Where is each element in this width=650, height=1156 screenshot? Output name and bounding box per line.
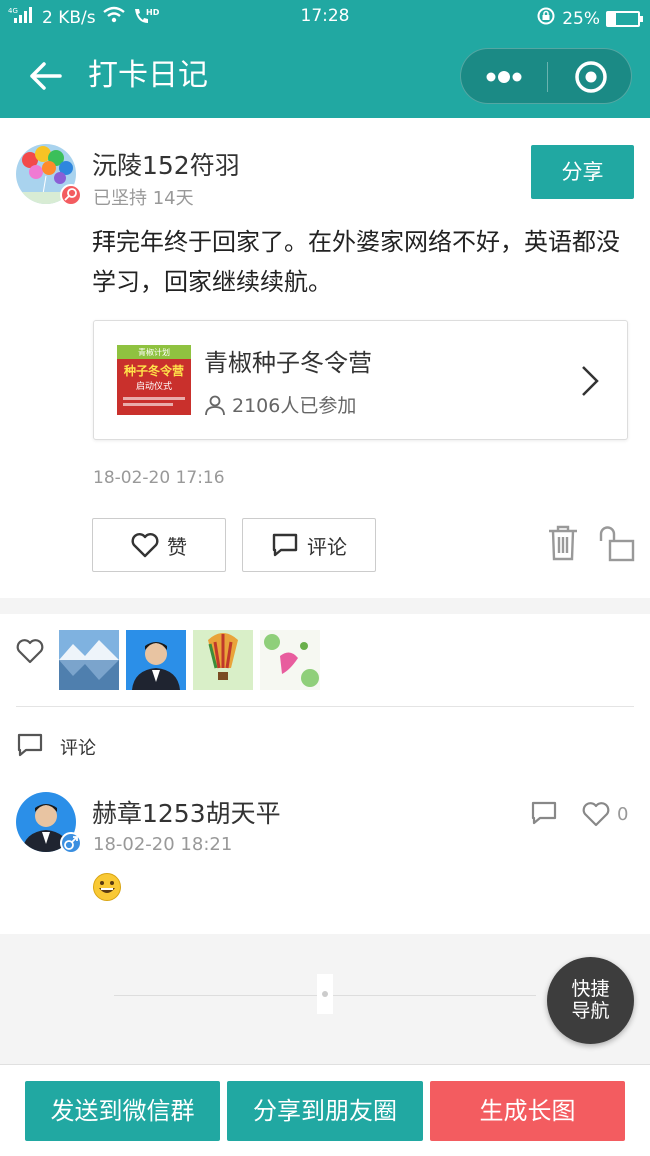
liker-avatar[interactable] xyxy=(126,630,186,690)
comment-like-count: 0 xyxy=(617,804,629,825)
quick-nav-line2: 导航 xyxy=(571,1000,610,1022)
delete-button[interactable] xyxy=(546,523,580,563)
male-badge-icon xyxy=(60,832,82,854)
more-button[interactable] xyxy=(461,49,547,105)
commenter-name[interactable]: 赫章1253胡天平 xyxy=(92,794,281,830)
share-to-moments-button[interactable]: 分享到朋友圈 xyxy=(227,1081,423,1141)
camp-thumb-main: 种子冬令营 xyxy=(123,363,184,378)
close-miniprogram-button[interactable] xyxy=(548,49,633,105)
post-content: 拜完年终于回家了。在外婆家网络不好，英语都没学习，回家继续续航。 xyxy=(92,228,620,296)
generate-long-image-button[interactable]: 生成长图 xyxy=(430,1081,625,1141)
comment-heart-icon xyxy=(582,802,610,827)
quick-nav-button[interactable]: 快捷 导航 xyxy=(547,957,634,1044)
share-button[interactable]: 分享 xyxy=(531,145,634,199)
back-button[interactable] xyxy=(26,56,66,96)
comment-like-button[interactable] xyxy=(582,801,610,831)
like-button[interactable]: 赞 xyxy=(92,518,226,572)
comment-button[interactable]: 评论 xyxy=(242,518,376,572)
section-divider xyxy=(16,706,634,707)
camp-card[interactable]: 青椒计划 种子冬令营 启动仪式 青椒种子冬令营 2106人已参加 xyxy=(93,320,628,440)
miniprogram-capsule xyxy=(460,48,632,104)
post-timestamp: 18-02-20 17:16 xyxy=(93,468,225,488)
nav-bar: 打卡日记 xyxy=(0,34,650,118)
liker-avatar[interactable] xyxy=(59,630,119,690)
like-label: 赞 xyxy=(167,534,187,559)
reply-button[interactable] xyxy=(530,800,558,830)
comments-heading: 评论 xyxy=(60,738,96,759)
target-icon xyxy=(575,61,607,93)
streak-text: 已坚持 14天 xyxy=(93,188,194,209)
camp-participants: 2106人已参加 xyxy=(204,391,356,418)
likes-heart-icon xyxy=(16,638,44,668)
action-footer: 发送到微信群 分享到朋友圈 生成长图 xyxy=(0,1064,650,1156)
page-title: 打卡日记 xyxy=(88,58,208,93)
comment-icon xyxy=(272,533,298,557)
quick-nav-line1: 快捷 xyxy=(571,978,610,1000)
camp-thumb-sub: 启动仪式 xyxy=(136,380,172,392)
back-arrow-icon xyxy=(30,62,62,90)
comment-timestamp: 18-02-20 18:21 xyxy=(93,834,233,855)
heart-icon xyxy=(131,533,159,558)
likes-comments-section: 评论 赫章1253胡天平 18-02-20 18:21 0 xyxy=(0,614,650,934)
female-badge-icon xyxy=(60,184,82,206)
person-icon xyxy=(205,395,225,415)
battery-percent: 25% xyxy=(562,8,600,29)
liker-avatar[interactable] xyxy=(193,630,253,690)
battery-fill xyxy=(608,12,616,25)
more-dots-icon xyxy=(486,71,522,83)
camp-thumbnail: 青椒计划 种子冬令营 启动仪式 xyxy=(117,345,191,415)
status-bar: 4G 2 KB/s HD 17:28 25% xyxy=(0,0,650,34)
post-card: 沅陵152符羽 已坚持 14天 分享 拜完年终于回家了。在外婆家网络不好，英语都… xyxy=(0,118,650,598)
grinning-emoji-icon xyxy=(92,872,122,902)
camp-participants-text: 2106人已参加 xyxy=(232,395,357,417)
battery-icon xyxy=(606,10,643,27)
status-right: 25% xyxy=(536,6,643,31)
trash-icon xyxy=(549,525,577,561)
loading-indicator xyxy=(317,974,333,1014)
comment-label: 评论 xyxy=(307,534,347,559)
privacy-button[interactable] xyxy=(598,523,636,563)
send-to-wechat-group-button[interactable]: 发送到微信群 xyxy=(25,1081,220,1141)
liker-avatar[interactable] xyxy=(260,630,320,690)
author-name[interactable]: 沅陵152符羽 xyxy=(92,146,240,182)
chevron-right-icon xyxy=(579,363,601,399)
camp-thumb-top: 青椒计划 xyxy=(138,347,170,357)
reply-comment-icon xyxy=(531,801,557,825)
camp-name: 青椒种子冬令营 xyxy=(204,349,372,377)
comments-heading-icon xyxy=(16,732,44,762)
unlock-icon xyxy=(599,526,635,562)
rotation-lock-icon xyxy=(536,6,556,31)
